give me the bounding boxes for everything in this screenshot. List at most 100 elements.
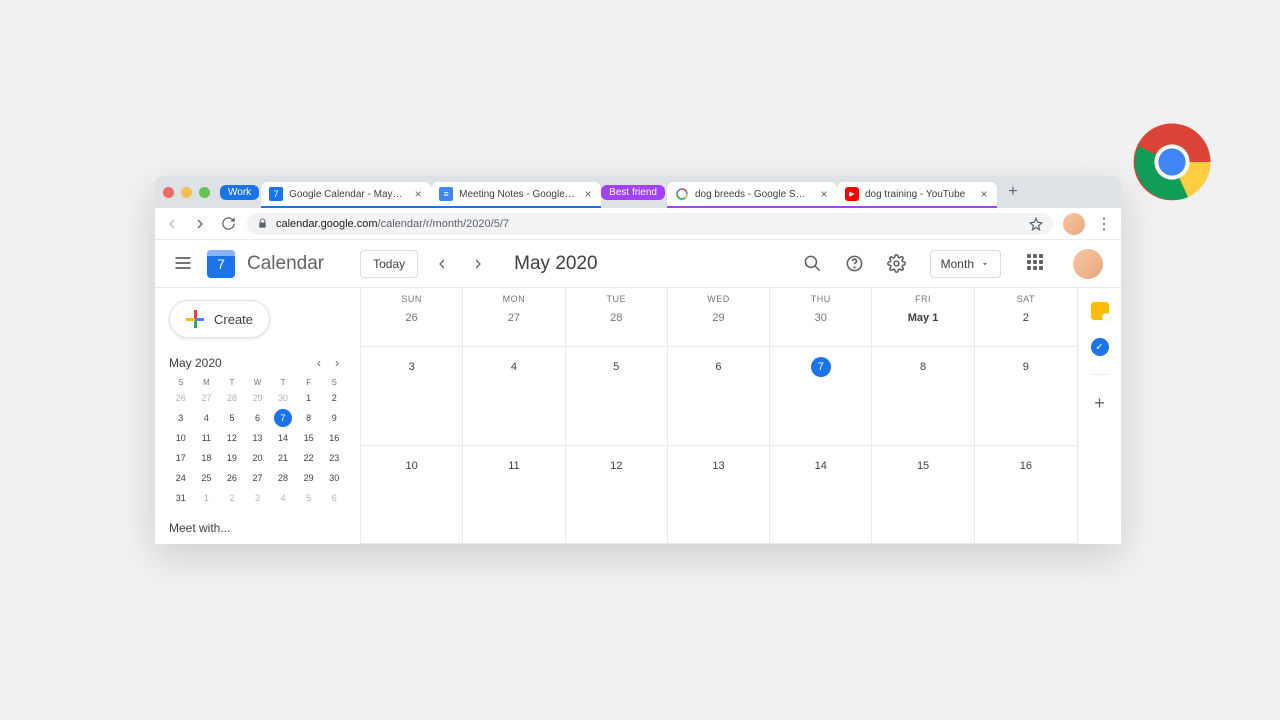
mini-day-cell[interactable]: 26 — [223, 469, 241, 487]
mini-day-cell[interactable]: 14 — [274, 429, 292, 447]
mini-day-cell[interactable]: 20 — [248, 449, 266, 467]
day-cell[interactable]: 4 — [463, 347, 565, 446]
day-cell[interactable]: 13 — [668, 446, 770, 545]
mini-day-cell[interactable]: 1 — [300, 389, 318, 407]
day-cell[interactable]: 7 — [770, 347, 872, 446]
mini-day-cell[interactable]: 24 — [172, 469, 190, 487]
day-cell[interactable]: 9 — [975, 347, 1077, 446]
mini-day-cell[interactable]: 11 — [197, 429, 215, 447]
day-cell[interactable]: 6 — [668, 347, 770, 446]
tab-google-search[interactable]: dog breeds - Google Search × — [667, 182, 837, 208]
mini-day-cell[interactable]: 8 — [300, 409, 318, 427]
tab-group-bestfriend[interactable]: Best friend — [601, 185, 665, 200]
mini-day-cell[interactable]: 29 — [248, 389, 266, 407]
search-button[interactable] — [802, 253, 824, 275]
day-cell[interactable]: 5 — [566, 347, 668, 446]
day-cell[interactable]: 11 — [463, 446, 565, 545]
mini-day-cell[interactable]: 1 — [197, 489, 215, 507]
mini-day-cell[interactable]: 5 — [223, 409, 241, 427]
day-cell[interactable]: 14 — [770, 446, 872, 545]
profile-avatar[interactable] — [1063, 213, 1085, 235]
tab-youtube[interactable]: ▶ dog training - YouTube × — [837, 182, 997, 208]
mini-day-cell[interactable]: 28 — [223, 389, 241, 407]
mini-day-cell[interactable]: 16 — [325, 429, 343, 447]
back-button[interactable] — [163, 215, 181, 233]
new-tab-button[interactable]: + — [1001, 180, 1025, 204]
close-tab-icon[interactable]: × — [817, 187, 831, 201]
tab-group-work[interactable]: Work — [220, 185, 259, 200]
mini-day-cell[interactable]: 26 — [172, 389, 190, 407]
mini-prev-button[interactable]: ‹ — [310, 356, 328, 370]
address-bar[interactable]: calendar.google.com/calendar/r/month/202… — [247, 213, 1053, 235]
mini-day-cell[interactable]: 17 — [172, 449, 190, 467]
day-cell[interactable]: 12 — [566, 446, 668, 545]
tab-google-calendar[interactable]: 7 Google Calendar - May 2020 × — [261, 182, 431, 208]
dow-header-cell[interactable]: SUN26 — [361, 288, 463, 347]
bookmark-star-icon[interactable] — [1029, 217, 1043, 231]
next-period-button[interactable] — [466, 252, 490, 276]
dow-header-cell[interactable]: SAT2 — [975, 288, 1077, 347]
mini-day-cell[interactable]: 9 — [325, 409, 343, 427]
mini-day-cell[interactable]: 7 — [274, 409, 292, 427]
dow-header-cell[interactable]: FRIMay 1 — [872, 288, 974, 347]
mini-day-cell[interactable]: 25 — [197, 469, 215, 487]
close-window-icon[interactable] — [163, 187, 174, 198]
mini-day-cell[interactable]: 27 — [248, 469, 266, 487]
mini-day-cell[interactable]: 28 — [274, 469, 292, 487]
mini-day-cell[interactable]: 23 — [325, 449, 343, 467]
google-apps-button[interactable] — [1027, 254, 1047, 274]
chrome-menu-button[interactable]: ⋮ — [1095, 214, 1113, 234]
create-button[interactable]: Create — [169, 300, 270, 338]
tasks-icon[interactable]: ✓ — [1091, 338, 1109, 356]
settings-button[interactable] — [886, 253, 908, 275]
dow-header-cell[interactable]: MON27 — [463, 288, 565, 347]
meet-with-label[interactable]: Meet with... — [169, 521, 346, 535]
day-cell[interactable]: 15 — [872, 446, 974, 545]
mini-day-cell[interactable]: 31 — [172, 489, 190, 507]
day-cell[interactable]: 10 — [361, 446, 463, 545]
mini-day-cell[interactable]: 6 — [248, 409, 266, 427]
mini-day-cell[interactable]: 30 — [274, 389, 292, 407]
mini-day-cell[interactable]: 13 — [248, 429, 266, 447]
support-button[interactable] — [844, 253, 866, 275]
close-tab-icon[interactable]: × — [581, 187, 595, 201]
dow-header-cell[interactable]: THU30 — [770, 288, 872, 347]
mini-day-cell[interactable]: 19 — [223, 449, 241, 467]
mini-day-cell[interactable]: 27 — [197, 389, 215, 407]
close-tab-icon[interactable]: × — [411, 187, 425, 201]
mini-day-cell[interactable]: 22 — [300, 449, 318, 467]
mini-day-cell[interactable]: 4 — [197, 409, 215, 427]
mini-day-cell[interactable]: 10 — [172, 429, 190, 447]
reload-button[interactable] — [219, 215, 237, 233]
mini-day-cell[interactable]: 2 — [325, 389, 343, 407]
mini-day-cell[interactable]: 21 — [274, 449, 292, 467]
mini-day-cell[interactable]: 18 — [197, 449, 215, 467]
mini-day-cell[interactable]: 6 — [325, 489, 343, 507]
maximize-window-icon[interactable] — [199, 187, 210, 198]
view-selector[interactable]: Month — [930, 250, 1001, 278]
close-tab-icon[interactable]: × — [977, 187, 991, 201]
account-avatar[interactable] — [1073, 249, 1103, 279]
dow-header-cell[interactable]: TUE28 — [566, 288, 668, 347]
keep-icon[interactable] — [1091, 302, 1109, 320]
mini-day-cell[interactable]: 30 — [325, 469, 343, 487]
mini-day-cell[interactable]: 3 — [172, 409, 190, 427]
minimize-window-icon[interactable] — [181, 187, 192, 198]
tab-google-docs[interactable]: ≡ Meeting Notes - Google Docs × — [431, 182, 601, 208]
forward-button[interactable] — [191, 215, 209, 233]
dow-header-cell[interactable]: WED29 — [668, 288, 770, 347]
mini-day-cell[interactable]: 2 — [223, 489, 241, 507]
add-addon-button[interactable]: + — [1094, 393, 1105, 414]
prev-period-button[interactable] — [430, 252, 454, 276]
day-cell[interactable]: 16 — [975, 446, 1077, 545]
day-cell[interactable]: 8 — [872, 347, 974, 446]
mini-day-cell[interactable]: 12 — [223, 429, 241, 447]
today-button[interactable]: Today — [360, 250, 418, 278]
mini-day-cell[interactable]: 15 — [300, 429, 318, 447]
mini-day-cell[interactable]: 3 — [248, 489, 266, 507]
day-cell[interactable]: 3 — [361, 347, 463, 446]
mini-day-cell[interactable]: 5 — [300, 489, 318, 507]
mini-day-cell[interactable]: 4 — [274, 489, 292, 507]
mini-next-button[interactable]: › — [328, 356, 346, 370]
main-menu-button[interactable] — [173, 253, 195, 275]
